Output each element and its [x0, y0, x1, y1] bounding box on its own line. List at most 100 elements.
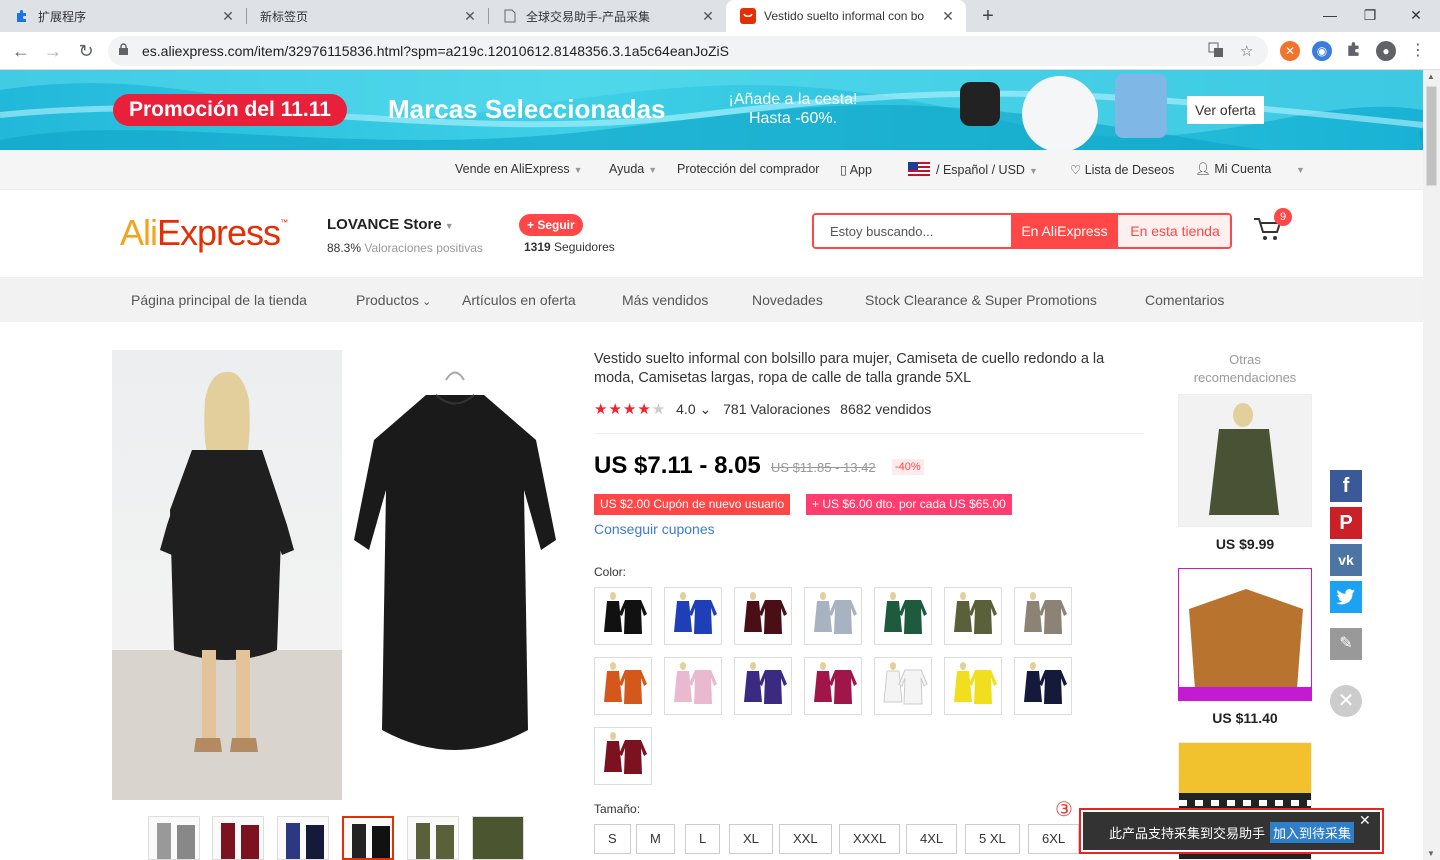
size-option[interactable]: 4XL: [906, 824, 958, 854]
profile-avatar-icon[interactable]: ●: [1376, 41, 1396, 61]
discount-badge: -40%: [892, 459, 924, 475]
rating-value[interactable]: 4.0 ⌄: [676, 401, 711, 417]
color-swatch[interactable]: [1014, 587, 1072, 645]
help-link[interactable]: Ayuda ▼: [609, 162, 657, 176]
close-icon[interactable]: ✕: [462, 8, 478, 25]
color-swatch[interactable]: [804, 587, 862, 645]
get-coupons-link[interactable]: Conseguir cupones: [594, 521, 715, 537]
color-swatch[interactable]: [594, 657, 652, 715]
locale-selector[interactable]: / Español / USD ▼: [908, 162, 1038, 177]
size-option[interactable]: XXXL: [839, 824, 901, 854]
promo-banner[interactable]: Promoción del 11.11 Marcas Seleccionadas…: [0, 70, 1423, 150]
color-swatch[interactable]: [664, 587, 722, 645]
store-name[interactable]: LOVANCE Store ▼: [327, 216, 454, 233]
nav-new-arrivals[interactable]: Novedades: [752, 292, 823, 308]
cart-button[interactable]: 9: [1252, 208, 1292, 248]
tab-new-tab[interactable]: 新标签页 ✕: [246, 0, 488, 32]
close-icon[interactable]: ✕: [700, 8, 716, 25]
color-swatch[interactable]: [874, 587, 932, 645]
thumbnail-navy[interactable]: [277, 816, 329, 860]
back-arrow-icon[interactable]: ←: [9, 39, 33, 63]
translate-icon[interactable]: [1208, 42, 1224, 62]
nav-products[interactable]: Productos ⌄: [356, 292, 431, 308]
chevron-down-icon: ⌄: [419, 296, 432, 308]
size-option[interactable]: 6XL: [1028, 824, 1080, 854]
size-option[interactable]: S: [594, 824, 631, 854]
nav-best-sellers[interactable]: Más vendidos: [622, 292, 708, 308]
plugin-close-icon[interactable]: ✕: [1359, 812, 1371, 829]
pinterest-share-icon[interactable]: P: [1330, 507, 1362, 539]
maximize-button[interactable]: ❐: [1350, 0, 1390, 32]
window-close-button[interactable]: ✕: [1396, 0, 1436, 32]
close-icon[interactable]: ✕: [220, 8, 236, 25]
rating-row: ★★★★★ 4.0 ⌄ 781 Valoraciones 8682 vendid…: [594, 400, 931, 418]
app-link[interactable]: ▯ App: [840, 162, 872, 177]
new-user-coupon[interactable]: US $2.00 Cupón de nuevo usuario: [594, 494, 791, 515]
search-store-button[interactable]: En esta tienda: [1118, 215, 1230, 247]
reviews-count[interactable]: 781 Valoraciones: [723, 401, 830, 417]
search-input[interactable]: [814, 215, 1011, 247]
size-option[interactable]: 5 XL: [965, 824, 1020, 854]
wishlist-link[interactable]: ♡ Lista de Deseos: [1070, 162, 1174, 177]
forward-arrow-icon[interactable]: →: [41, 39, 65, 63]
extension-orange-icon[interactable]: ✕: [1280, 41, 1300, 61]
nav-sale-items[interactable]: Artículos en oferta: [462, 292, 576, 308]
nav-reviews[interactable]: Comentarios: [1145, 292, 1224, 308]
new-tab-button[interactable]: +: [976, 4, 1000, 28]
account-link[interactable]: 👤︎ Mi Cuenta: [1195, 162, 1271, 177]
recommendation-image[interactable]: [1178, 394, 1312, 527]
thumbnail-olive[interactable]: [407, 816, 459, 860]
sell-link[interactable]: Vende en AliExpress ▼: [455, 162, 583, 176]
product-main-image[interactable]: [112, 350, 564, 800]
scrollbar-thumb[interactable]: [1426, 86, 1437, 186]
extension-globe-icon[interactable]: ◉: [1312, 41, 1332, 61]
address-bar[interactable]: es.aliexpress.com/item/32976115836.html?…: [108, 36, 1268, 66]
more-menu-icon[interactable]: ⋮: [1408, 41, 1428, 61]
thumbnail-fabric[interactable]: [472, 816, 524, 860]
size-option[interactable]: L: [685, 824, 721, 854]
color-swatch[interactable]: [944, 657, 1002, 715]
extensions-puzzle-icon[interactable]: [1344, 41, 1364, 61]
color-swatch[interactable]: [664, 657, 722, 715]
minimize-button[interactable]: —: [1310, 0, 1350, 32]
search-aliexpress-button[interactable]: En AliExpress: [1011, 215, 1118, 247]
color-label: Color:: [594, 565, 627, 579]
color-swatch[interactable]: [594, 587, 652, 645]
size-option[interactable]: XXL: [779, 824, 832, 854]
color-swatch[interactable]: [874, 657, 932, 715]
color-swatch[interactable]: [944, 587, 1002, 645]
follow-button[interactable]: + Seguir: [519, 214, 583, 236]
color-swatch[interactable]: [804, 657, 862, 715]
add-to-collect-button[interactable]: 加入到待采集: [1270, 822, 1355, 843]
twitter-share-icon[interactable]: [1330, 581, 1362, 613]
size-option[interactable]: XL: [729, 824, 773, 854]
vk-share-icon[interactable]: vk: [1330, 544, 1362, 576]
color-swatch[interactable]: [1014, 657, 1072, 715]
color-swatch[interactable]: [734, 587, 792, 645]
nav-stock-clearance[interactable]: Stock Clearance & Super Promotions: [865, 292, 1097, 308]
size-option[interactable]: M: [636, 824, 675, 854]
tab-extensions[interactable]: 扩展程序 ✕: [0, 0, 246, 32]
bookmark-star-icon[interactable]: ☆: [1240, 42, 1253, 60]
see-offer-button[interactable]: Ver oferta: [1187, 96, 1264, 124]
reload-icon[interactable]: ↻: [74, 39, 98, 63]
recommendation-image[interactable]: [1178, 568, 1312, 701]
tab-aliexpress-product[interactable]: Vestido suelto informal con bo ✕: [726, 0, 966, 32]
thumbnail-black[interactable]: [342, 816, 394, 860]
nav-store-home[interactable]: Página principal de la tienda: [131, 292, 307, 308]
color-swatch[interactable]: [734, 657, 792, 715]
spend-coupon[interactable]: + US $6.00 dto. por cada US $65.00: [806, 494, 1012, 515]
aliexpress-logo[interactable]: AliExpress™: [120, 212, 288, 254]
facebook-share-icon[interactable]: f: [1330, 470, 1362, 502]
page-scrollbar[interactable]: ▲ ▼: [1423, 70, 1440, 860]
thumbnail-wine[interactable]: [212, 816, 264, 860]
close-icon[interactable]: ✕: [940, 8, 956, 25]
tab-product-collect[interactable]: 全球交易助手-产品采集 ✕: [488, 0, 726, 32]
close-social-icon[interactable]: ✕: [1330, 685, 1362, 717]
color-swatch[interactable]: [594, 727, 652, 785]
phone-image: [1115, 74, 1167, 138]
buyer-protection-link[interactable]: Protección del comprador: [677, 162, 819, 176]
edit-pencil-icon[interactable]: ✎: [1330, 628, 1362, 660]
thumbnail-grey[interactable]: [148, 816, 200, 860]
account-dropdown-icon[interactable]: ▼: [1292, 162, 1305, 176]
